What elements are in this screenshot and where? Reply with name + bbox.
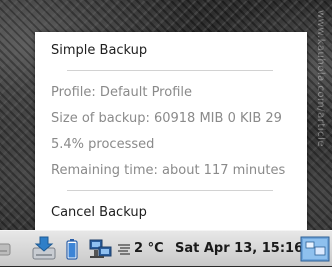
backup-icon[interactable] [28, 231, 60, 267]
progress-info: 5.4% processed [51, 137, 155, 152]
temperature-label[interactable]: 2 °C [134, 231, 164, 267]
network-icon[interactable] [88, 231, 114, 267]
weather-icon[interactable] [116, 231, 132, 267]
taskbar-panel: 2 °C Sat Apr 13, 15:16 [0, 230, 332, 266]
menu-separator [67, 70, 273, 71]
workspace-icon[interactable] [298, 231, 332, 267]
backup-size-info: Size of backup: 60918 MIB 0 KIB 29 [51, 111, 282, 126]
menu-separator [67, 190, 273, 191]
profile-info: Profile: Default Profile [51, 85, 192, 100]
side-watermark: www.kauhola.com/article [315, 10, 326, 148]
simple-backup-menu-item[interactable]: Simple Backup [51, 43, 147, 58]
cancel-backup-menu-item[interactable]: Cancel Backup [51, 205, 147, 220]
backup-popup-menu: Simple Backup Profile: Default Profile S… [35, 32, 307, 230]
remaining-time-info: Remaining time: about 117 minutes [51, 163, 286, 178]
battery-icon[interactable] [64, 231, 80, 267]
disk-icon[interactable] [0, 231, 12, 267]
clock[interactable]: Sat Apr 13, 15:16 [175, 231, 303, 267]
